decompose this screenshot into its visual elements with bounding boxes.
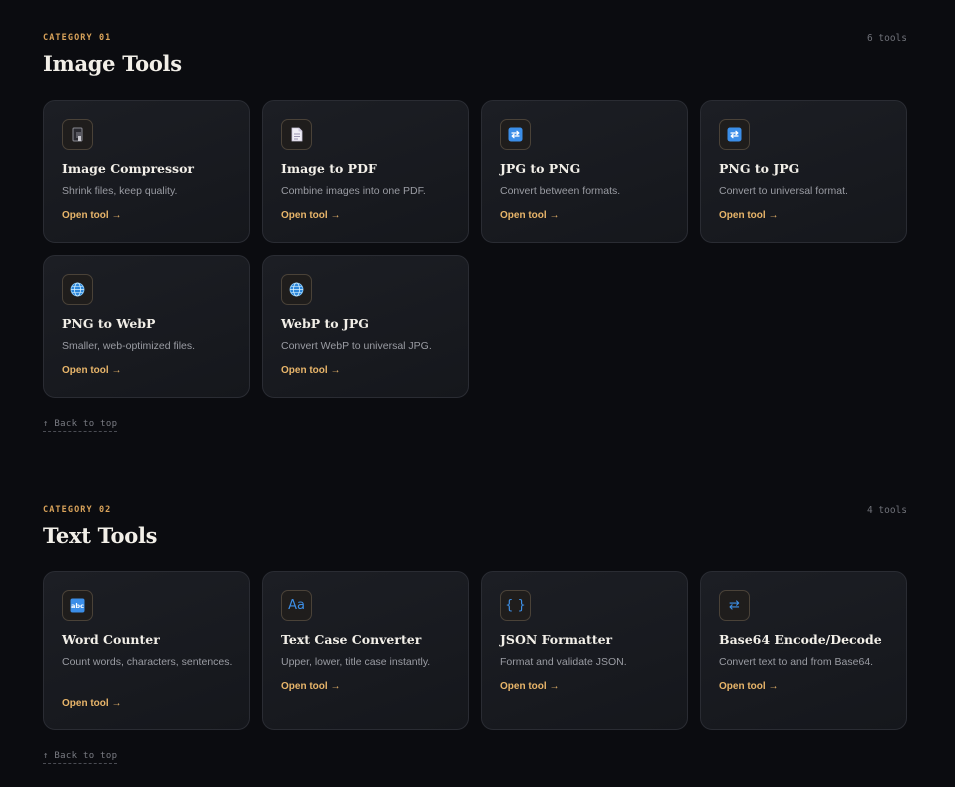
convert-icon (719, 119, 750, 150)
tool-card-text-case-converter[interactable]: Aa Text Case Converter Upper, lower, tit… (262, 571, 469, 730)
open-tool-link[interactable]: Open tool → (719, 210, 778, 221)
tool-card-jpg-to-png[interactable]: JPG to PNG Convert between formats. Open… (481, 100, 688, 243)
category-title: Text Tools (43, 523, 158, 548)
open-tool-link[interactable]: Open tool → (281, 365, 340, 376)
tool-description: Convert WebP to universal JPG. (281, 340, 432, 352)
back-to-top-link[interactable]: ↑ Back to top (43, 419, 118, 432)
section-image-tools: CATEGORY 01 6 tools Image Tools Image Co… (43, 33, 907, 432)
tool-card-webp-to-jpg[interactable]: WebP to JPG Convert WebP to universal JP… (262, 255, 469, 398)
tool-card-image-compressor[interactable]: Image Compressor Shrink files, keep qual… (43, 100, 250, 243)
tool-grid: Image Compressor Shrink files, keep qual… (43, 100, 907, 398)
tool-count: 6 tools (866, 33, 907, 44)
text-case-glyph: Aa (288, 598, 305, 613)
tool-description: Combine images into one PDF. (281, 185, 426, 197)
open-tool-link[interactable]: Open tool → (281, 681, 340, 692)
open-tool-link[interactable]: Open tool → (500, 210, 559, 221)
tool-card-json-formatter[interactable]: { } JSON Formatter Format and validate J… (481, 571, 688, 730)
tool-title: Text Case Converter (281, 632, 422, 647)
globe-icon (281, 274, 312, 305)
tool-title: PNG to WebP (62, 316, 156, 331)
tool-description: Upper, lower, title case instantly. (281, 656, 431, 668)
swap-arrows-glyph: ⇄ (729, 598, 740, 613)
tool-description: Convert text to and from Base64. (719, 656, 874, 668)
document-icon (281, 119, 312, 150)
tool-description: Convert to universal format. (719, 185, 848, 197)
tool-card-png-to-webp[interactable]: PNG to WebP Smaller, web-optimized files… (43, 255, 250, 398)
braces-icon: { } (500, 590, 531, 621)
tool-card-image-to-pdf[interactable]: Image to PDF Combine images into one PDF… (262, 100, 469, 243)
tool-count: 4 tools (866, 505, 907, 516)
tool-description: Smaller, web-optimized files. (62, 340, 196, 352)
tool-title: Base64 Encode/Decode (719, 632, 882, 647)
tool-title: JSON Formatter (500, 632, 613, 647)
open-tool-link[interactable]: Open tool → (62, 698, 121, 709)
tool-description: Count words, characters, sentences. (62, 656, 233, 668)
back-to-top-link[interactable]: ↑ Back to top (43, 751, 118, 764)
section-text-tools: CATEGORY 02 4 tools Text Tools abc Word … (43, 505, 907, 764)
open-tool-link[interactable]: Open tool → (281, 210, 340, 221)
text-case-icon: Aa (281, 590, 312, 621)
tool-card-png-to-jpg[interactable]: PNG to JPG Convert to universal format. … (700, 100, 907, 243)
category-title: Image Tools (43, 51, 182, 76)
compress-icon (62, 119, 93, 150)
category-header: CATEGORY 01 6 tools (43, 33, 907, 47)
tool-description: Shrink files, keep quality. (62, 185, 178, 197)
tool-description: Convert between formats. (500, 185, 621, 197)
tools-page: CATEGORY 01 6 tools Image Tools Image Co… (0, 0, 955, 787)
tool-card-word-counter[interactable]: abc Word Counter Count words, characters… (43, 571, 250, 730)
tool-grid: abc Word Counter Count words, characters… (43, 571, 907, 730)
open-tool-link[interactable]: Open tool → (719, 681, 778, 692)
tool-description: Format and validate JSON. (500, 656, 627, 668)
tool-title: Word Counter (62, 632, 160, 647)
swap-arrows-icon: ⇄ (719, 590, 750, 621)
open-tool-link[interactable]: Open tool → (62, 365, 121, 376)
globe-icon (62, 274, 93, 305)
tool-title: Image to PDF (281, 161, 377, 176)
tool-card-base64-encode-decode[interactable]: ⇄ Base64 Encode/Decode Convert text to a… (700, 571, 907, 730)
tool-title: PNG to JPG (719, 161, 800, 176)
braces-glyph: { } (505, 598, 526, 613)
tool-title: WebP to JPG (281, 316, 369, 331)
abc-icon: abc (62, 590, 93, 621)
svg-text:abc: abc (71, 602, 84, 610)
category-label: CATEGORY 02 (43, 505, 112, 515)
open-tool-link[interactable]: Open tool → (500, 681, 559, 692)
tool-title: Image Compressor (62, 161, 195, 176)
open-tool-link[interactable]: Open tool → (62, 210, 121, 221)
convert-icon (500, 119, 531, 150)
category-label: CATEGORY 01 (43, 33, 112, 43)
category-header: CATEGORY 02 4 tools (43, 505, 907, 519)
tool-title: JPG to PNG (500, 161, 581, 176)
